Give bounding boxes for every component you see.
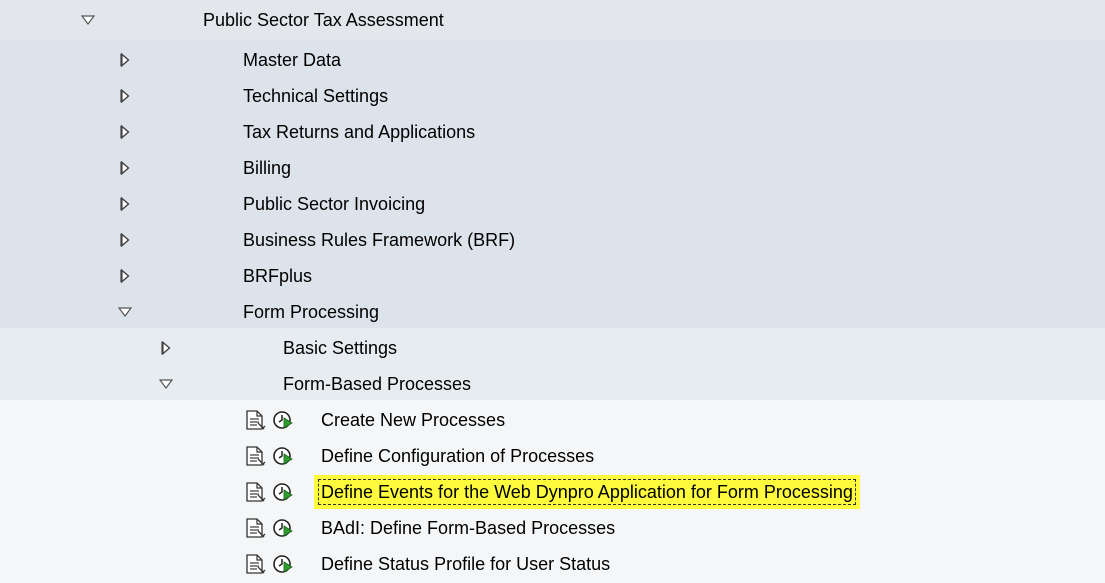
tree-node-public-sector-invoicing[interactable]: Public Sector Invoicing xyxy=(0,186,1105,222)
collapse-triangle-icon[interactable] xyxy=(154,366,178,402)
document-icon[interactable] xyxy=(244,445,266,467)
tree-node-label: Basic Settings xyxy=(283,338,398,358)
activity-link-define-events-web-dynpro[interactable]: Define Events for the Web Dynpro Applica… xyxy=(318,479,856,505)
collapse-triangle-icon[interactable] xyxy=(76,2,100,38)
expand-triangle-icon[interactable] xyxy=(113,186,137,222)
expand-triangle-icon[interactable] xyxy=(113,78,137,114)
expand-triangle-icon[interactable] xyxy=(113,258,137,294)
activity-link-create-new-processes[interactable]: Create New Processes xyxy=(318,407,508,433)
tree-activity-badi-define-form-based-processes: BAdI: Define Form-Based Processes xyxy=(0,510,1105,546)
tree-activity-create-new-processes: Create New Processes xyxy=(0,402,1105,438)
tree-node-form-processing[interactable]: Form Processing xyxy=(0,294,1105,330)
activity-link-define-status-profile[interactable]: Define Status Profile for User Status xyxy=(318,551,613,577)
tree-node-business-rules-framework[interactable]: Business Rules Framework (BRF) xyxy=(0,222,1105,258)
document-icon[interactable] xyxy=(244,481,266,503)
expand-triangle-icon[interactable] xyxy=(113,222,137,258)
activity-link-define-configuration-of-processes[interactable]: Define Configuration of Processes xyxy=(318,443,597,469)
tree-node-label: Business Rules Framework (BRF) xyxy=(243,230,516,250)
document-icon[interactable] xyxy=(244,409,266,431)
tree-node-label: BRFplus xyxy=(243,266,313,286)
tree-node-label: Form-Based Processes xyxy=(283,374,472,394)
tree-node-public-sector-tax-assessment[interactable]: Public Sector Tax Assessment xyxy=(0,2,1105,38)
execute-clock-icon[interactable] xyxy=(272,517,294,539)
execute-clock-icon[interactable] xyxy=(272,553,294,575)
tree-node-billing[interactable]: Billing xyxy=(0,150,1105,186)
execute-clock-icon[interactable] xyxy=(272,445,294,467)
activity-link-badi-define-form-based-processes[interactable]: BAdI: Define Form-Based Processes xyxy=(318,515,618,541)
tree-node-label: Form Processing xyxy=(243,302,380,322)
tree-node-label: Technical Settings xyxy=(243,86,389,106)
tree-activity-define-status-profile: Define Status Profile for User Status xyxy=(0,546,1105,582)
tree-node-label: Tax Returns and Applications xyxy=(243,122,476,142)
execute-clock-icon[interactable] xyxy=(272,409,294,431)
tree-node-label: Billing xyxy=(243,158,292,178)
tree-node-brfplus[interactable]: BRFplus xyxy=(0,258,1105,294)
expand-triangle-icon[interactable] xyxy=(113,42,137,78)
tree-activity-define-configuration-of-processes: Define Configuration of Processes xyxy=(0,438,1105,474)
tree-node-technical-settings[interactable]: Technical Settings xyxy=(0,78,1105,114)
collapse-triangle-icon[interactable] xyxy=(113,294,137,330)
tree-activity-define-events-web-dynpro: Define Events for the Web Dynpro Applica… xyxy=(0,474,1105,510)
tree-node-label: Master Data xyxy=(243,50,342,70)
expand-triangle-icon[interactable] xyxy=(154,330,178,366)
expand-triangle-icon[interactable] xyxy=(113,114,137,150)
tree-node-basic-settings[interactable]: Basic Settings xyxy=(0,330,1105,366)
execute-clock-icon[interactable] xyxy=(272,481,294,503)
tree-node-form-based-processes[interactable]: Form-Based Processes xyxy=(0,366,1105,402)
tree-node-label: Public Sector Invoicing xyxy=(243,194,426,214)
tree-node-master-data[interactable]: Master Data xyxy=(0,42,1105,78)
document-icon[interactable] xyxy=(244,553,266,575)
tree-node-label: Public Sector Tax Assessment xyxy=(203,10,444,30)
document-icon[interactable] xyxy=(244,517,266,539)
tree-node-tax-returns-and-applications[interactable]: Tax Returns and Applications xyxy=(0,114,1105,150)
expand-triangle-icon[interactable] xyxy=(113,150,137,186)
